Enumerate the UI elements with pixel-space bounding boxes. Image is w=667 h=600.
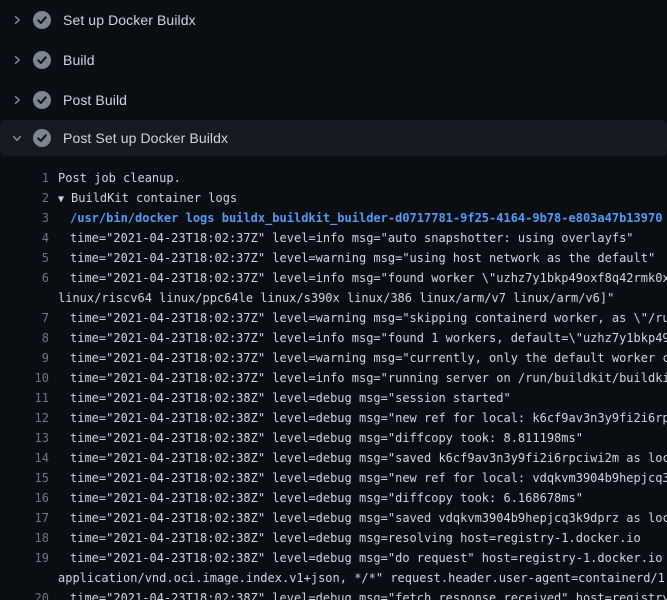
log-line-number[interactable]: 16 [0,488,49,508]
log-line: 14 time="2021-04-23T18:02:38Z" level=deb… [0,448,667,468]
log-line: 6 time="2021-04-23T18:02:37Z" level=info… [0,268,667,288]
log-line-text: time="2021-04-23T18:02:38Z" level=debug … [58,448,667,468]
check-circle-icon [33,129,51,147]
log-line-text: ▼ BuildKit container logs [58,188,237,208]
log-line-text: time="2021-04-23T18:02:37Z" level=warnin… [58,248,655,268]
log-line: 5 time="2021-04-23T18:02:37Z" level=warn… [0,248,667,268]
step-label: Post Build [63,92,127,108]
check-circle-icon [33,11,51,29]
log-line-number[interactable]: 17 [0,508,49,528]
log-line-number[interactable]: 9 [0,348,49,368]
log-line: 12 time="2021-04-23T18:02:38Z" level=deb… [0,408,667,428]
chevron-down-icon[interactable] [9,130,25,146]
log-line: 4 time="2021-04-23T18:02:37Z" level=info… [0,228,667,248]
log-line-number[interactable]: 13 [0,428,49,448]
log-line-text: time="2021-04-23T18:02:38Z" level=debug … [58,588,667,600]
log-line: 1 Post job cleanup. [0,168,667,188]
group-toggle-icon[interactable]: ▼ [58,194,64,205]
log-line: 13 time="2021-04-23T18:02:38Z" level=deb… [0,428,667,448]
log-line-number[interactable] [0,568,49,588]
log-line-text: application/vnd.oci.image.index.v1+json,… [58,568,667,588]
log-line: 18 time="2021-04-23T18:02:38Z" level=deb… [0,528,667,548]
log-line-number[interactable]: 10 [0,368,49,388]
group-title[interactable]: BuildKit container logs [71,191,237,205]
log-line-text: time="2021-04-23T18:02:38Z" level=debug … [58,428,583,448]
log-line-number[interactable]: 6 [0,268,49,288]
step-row-2[interactable]: Post Build [0,80,667,120]
log-line-number[interactable] [0,288,49,308]
log-line: linux/riscv64 linux/ppc64le linux/s390x … [0,288,667,308]
steps-list: Set up Docker Buildx Build P [0,0,667,156]
log-line-number[interactable]: 11 [0,388,49,408]
log-line: 19 time="2021-04-23T18:02:38Z" level=deb… [0,548,667,568]
log-line: 15 time="2021-04-23T18:02:38Z" level=deb… [0,468,667,488]
log-line-text: time="2021-04-23T18:02:38Z" level=debug … [58,468,667,488]
log-line-number[interactable]: 3 [0,208,49,228]
log-line: 7 time="2021-04-23T18:02:37Z" level=warn… [0,308,667,328]
step-label: Post Set up Docker Buildx [63,130,228,146]
log-line-number[interactable]: 20 [0,588,49,600]
step-row-0[interactable]: Set up Docker Buildx [0,0,667,40]
log-line-number[interactable]: 19 [0,548,49,568]
log-line-text: time="2021-04-23T18:02:37Z" level=info m… [58,368,667,388]
log-line-number[interactable]: 1 [0,168,49,188]
log-line-text: time="2021-04-23T18:02:38Z" level=debug … [58,508,667,528]
step-row-3[interactable]: Post Set up Docker Buildx [0,120,667,156]
log-line-text: time="2021-04-23T18:02:38Z" level=debug … [58,408,667,428]
log-line-number[interactable]: 15 [0,468,49,488]
log-line-text: time="2021-04-23T18:02:38Z" level=debug … [58,488,583,508]
log-line-number[interactable]: 7 [0,308,49,328]
log-line: 20 time="2021-04-23T18:02:38Z" level=deb… [0,588,667,600]
log-line-number[interactable]: 5 [0,248,49,268]
chevron-right-icon[interactable] [9,52,25,68]
log-line: 3 /usr/bin/docker logs buildx_buildkit_b… [0,208,667,228]
log-line: 11 time="2021-04-23T18:02:38Z" level=deb… [0,388,667,408]
log-line-text: time="2021-04-23T18:02:38Z" level=debug … [58,548,667,568]
log-line-text: time="2021-04-23T18:02:37Z" level=info m… [58,328,667,348]
step-label: Build [63,52,95,68]
step-label: Set up Docker Buildx [63,12,196,28]
log-line-number[interactable]: 18 [0,528,49,548]
log-line-number[interactable]: 12 [0,408,49,428]
log-line: 8 time="2021-04-23T18:02:37Z" level=info… [0,328,667,348]
step-row-1[interactable]: Build [0,40,667,80]
log-line: application/vnd.oci.image.index.v1+json,… [0,568,667,588]
actions-log-viewer: Set up Docker Buildx Build P [0,0,667,600]
log-line-text: Post job cleanup. [58,168,181,188]
log-line-text: time="2021-04-23T18:02:37Z" level=warnin… [58,308,667,328]
log-line-text: time="2021-04-23T18:02:37Z" level=info m… [58,228,634,248]
log-line-number[interactable]: 4 [0,228,49,248]
log-line: 2 ▼ BuildKit container logs [0,188,667,208]
chevron-right-icon[interactable] [9,92,25,108]
log-line: 10 time="2021-04-23T18:02:37Z" level=inf… [0,368,667,388]
log-line: 9 time="2021-04-23T18:02:37Z" level=warn… [0,348,667,368]
log-line-number[interactable]: 8 [0,328,49,348]
check-circle-icon [33,91,51,109]
log-line-text: time="2021-04-23T18:02:38Z" level=debug … [58,388,511,408]
log-line-text: time="2021-04-23T18:02:37Z" level=info m… [58,268,667,288]
log-line-text: time="2021-04-23T18:02:38Z" level=debug … [58,528,641,548]
log-output: 1 Post job cleanup. 2 ▼ BuildKit containe… [0,156,667,600]
log-line: 16 time="2021-04-23T18:02:38Z" level=deb… [0,488,667,508]
log-line: 17 time="2021-04-23T18:02:38Z" level=deb… [0,508,667,528]
log-line-number[interactable]: 14 [0,448,49,468]
chevron-right-icon[interactable] [9,12,25,28]
log-line-text: /usr/bin/docker logs buildx_buildkit_bui… [58,208,662,228]
check-circle-icon [33,51,51,69]
log-line-text: time="2021-04-23T18:02:37Z" level=warnin… [58,348,667,368]
log-line-text: linux/riscv64 linux/ppc64le linux/s390x … [58,288,614,308]
log-line-number[interactable]: 2 [0,188,49,208]
